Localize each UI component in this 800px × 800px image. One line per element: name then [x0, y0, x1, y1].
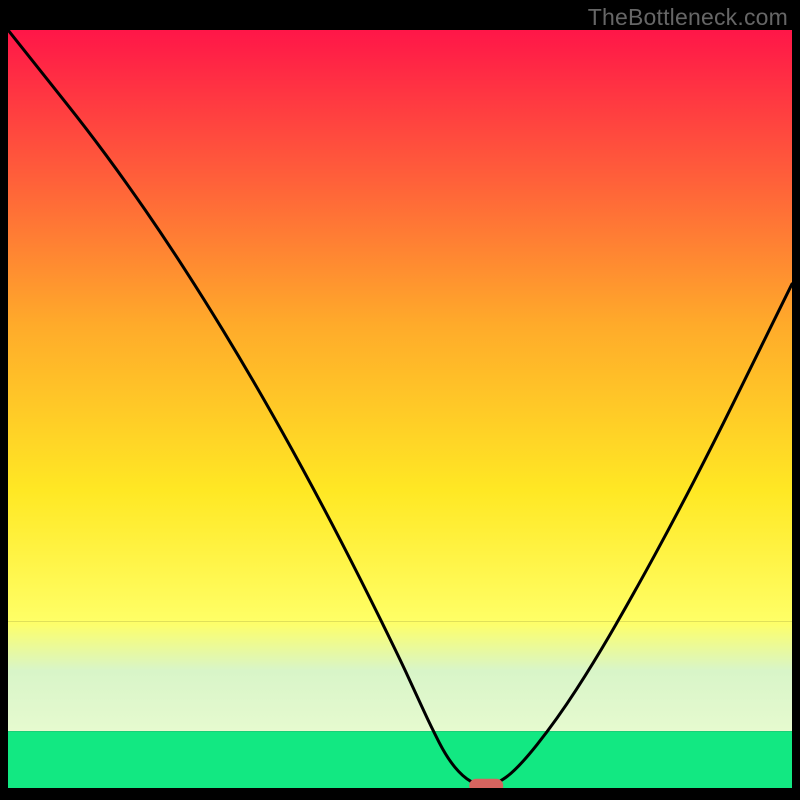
optimal-marker — [469, 779, 503, 788]
green-band — [8, 731, 792, 788]
pale-band — [8, 621, 792, 731]
attribution-text: TheBottleneck.com — [588, 4, 788, 31]
chart-frame — [8, 30, 792, 788]
bottleneck-chart — [8, 30, 792, 788]
gradient-background — [8, 30, 792, 621]
